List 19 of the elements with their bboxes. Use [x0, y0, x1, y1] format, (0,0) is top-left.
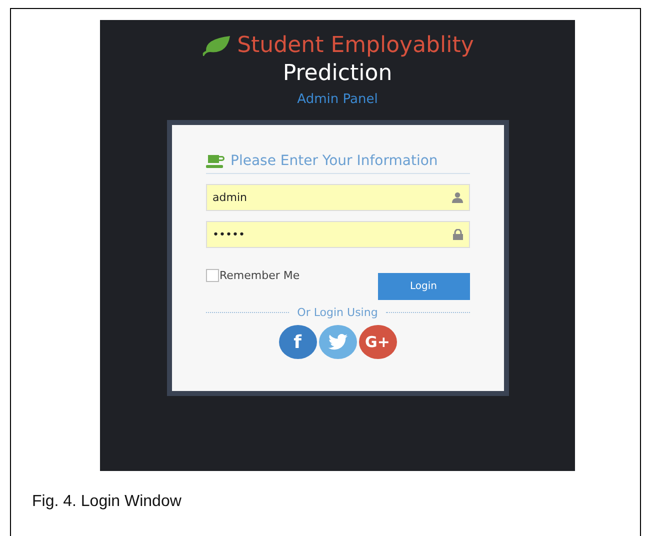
app-subtitle: Prediction	[282, 60, 392, 88]
bird-icon	[328, 334, 348, 350]
divider-label: Or Login Using	[297, 306, 378, 319]
remember-label: Remember Me	[220, 269, 300, 282]
user-icon	[452, 192, 462, 203]
remember-checkbox[interactable]	[206, 269, 218, 282]
login-button[interactable]: Login	[378, 273, 470, 300]
app-title: Student Employablity	[237, 32, 474, 60]
cup-icon	[206, 154, 224, 168]
username-field[interactable]: admin	[206, 184, 470, 211]
figure-caption: Fig. 4. Login Window	[32, 493, 182, 511]
twitter-button[interactable]	[318, 325, 356, 359]
panel-label: Admin Panel	[297, 92, 378, 107]
google-plus-button[interactable]: G+	[358, 325, 396, 359]
leaf-icon	[201, 35, 232, 57]
facebook-button[interactable]: f	[278, 325, 316, 359]
password-field[interactable]: •••••	[206, 221, 470, 248]
lock-icon	[452, 229, 462, 240]
form-heading: Please Enter Your Information	[230, 153, 438, 169]
